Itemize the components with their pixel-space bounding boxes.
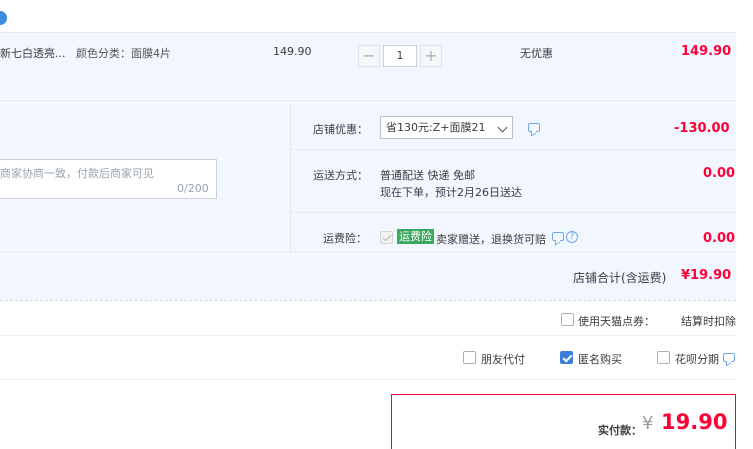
- tmall-coupon-checkbox[interactable]: [561, 313, 574, 326]
- shop-discount-select[interactable]: 省130元:Z+面膜21: [380, 116, 513, 139]
- friend-pay-checkbox[interactable]: [463, 351, 476, 364]
- divider: [0, 379, 736, 380]
- item-subtotal: 149.90: [681, 44, 732, 59]
- item-attribute: 颜色分类：面膜4片: [76, 47, 171, 60]
- info-icon: [0, 11, 7, 25]
- chevron-down-icon: [497, 122, 508, 133]
- chat-icon[interactable]: [552, 232, 564, 241]
- item-unit-price: 149.90: [273, 45, 312, 58]
- anonymous-purchase-checkbox[interactable]: [560, 351, 573, 364]
- payment-amount: 19.90: [661, 410, 728, 434]
- huabei-installment-label: 花呗分期: [675, 353, 719, 366]
- item-row: [0, 32, 736, 102]
- insurance-amount: 0.00: [703, 231, 736, 246]
- panel-divider: [290, 103, 291, 253]
- friend-pay-label: 朋友代付: [481, 353, 525, 366]
- quantity-input[interactable]: 1: [383, 45, 417, 67]
- insurance-checkbox: [380, 231, 393, 244]
- shop-discount-selected: 省130元:Z+面膜21: [386, 121, 486, 134]
- shipping-method: 普通配送 快递 免邮: [380, 169, 475, 182]
- tmall-coupon-note: 结算时扣除: [681, 315, 736, 328]
- chat-icon[interactable]: [723, 353, 735, 362]
- quantity-increase-button[interactable]: +: [420, 45, 442, 67]
- seller-message-placeholder: 商家协商一致，付款后商家可见: [0, 167, 154, 180]
- dashed-divider: [0, 300, 736, 301]
- shipping-amount: 0.00: [703, 166, 736, 181]
- shop-discount-amount: -130.00: [674, 121, 730, 136]
- shop-total-label: 店铺合计(含运费): [573, 271, 667, 285]
- chat-icon[interactable]: [528, 123, 540, 132]
- anonymous-purchase-label: 匿名购买: [578, 353, 622, 366]
- item-title[interactable]: 新七白透亮...: [0, 45, 66, 61]
- quantity-decrease-button[interactable]: −: [358, 45, 380, 67]
- shipping-eta: 现在下单，预计2月26日送达: [380, 186, 522, 199]
- huabei-installment-checkbox[interactable]: [657, 351, 670, 364]
- payment-currency: ¥: [642, 413, 654, 434]
- insurance-description: 卖家赠送，退换货可赔: [436, 233, 546, 246]
- row-divider: [291, 212, 736, 213]
- row-divider: [291, 149, 736, 150]
- insurance-badge: 运费险: [397, 229, 434, 244]
- tmall-coupon-label: 使用天猫点券：: [578, 315, 655, 328]
- divider: [0, 335, 736, 336]
- insurance-label: 运费险：: [323, 232, 367, 245]
- question-icon[interactable]: ?: [566, 231, 578, 243]
- item-promotion: 无优惠: [520, 47, 553, 60]
- shop-total-amount: ¥19.90: [681, 268, 732, 283]
- shipping-label: 运送方式：: [313, 169, 368, 182]
- payment-label: 实付款：: [598, 424, 642, 437]
- message-char-counter: 0/200: [177, 182, 209, 195]
- shop-discount-label: 店铺优惠：: [313, 123, 368, 136]
